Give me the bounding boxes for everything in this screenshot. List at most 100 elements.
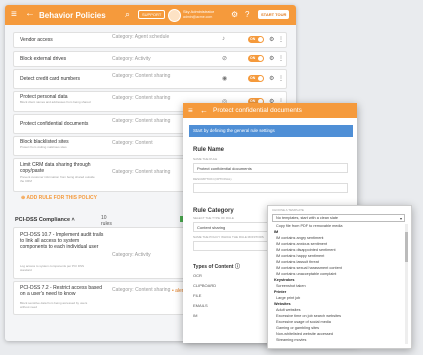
back-arrow-icon[interactable]: ← (200, 106, 208, 115)
template-list: Copy file from PDF to removable media IM… (272, 224, 405, 344)
list-item[interactable]: IM contains sexual harassment content (276, 266, 342, 270)
rule-category: Category: Content sharing (112, 95, 171, 101)
rule-category: Category: Activity (112, 252, 151, 258)
name-field-label: NAME THE RULE (193, 157, 218, 161)
list-item[interactable]: Excessive time on job search websites (276, 314, 341, 318)
gear-icon[interactable]: ⚙ (269, 75, 274, 82)
rule-description: Block client names and addresses from be… (20, 100, 91, 104)
user-email: admin@acme.com (183, 15, 213, 19)
list-item[interactable]: IM contains angry sentiment (276, 236, 323, 240)
menu-icon[interactable]: ≡ (188, 106, 193, 115)
rule-description: Log access to system components per PCI … (20, 264, 85, 272)
content-type[interactable]: CLIPBOARD (193, 283, 216, 288)
list-item[interactable]: Non-whitelisted website accessed (276, 332, 333, 336)
category-field-label: SELECT THE TYPE OF RULE (193, 216, 234, 220)
add-rule-button[interactable]: ⊕ ADD RULE FOR THIS POLICY (21, 195, 97, 201)
rule-category: Category: Content sharing (112, 287, 171, 293)
rule-name: Limit CRM data sharing through copy/past… (20, 162, 91, 174)
rule-name: PCI-DSS 7.2 - Restrict access based on a… (20, 285, 102, 297)
content-type[interactable]: IM (193, 313, 197, 318)
user-name: Sky Administrator (183, 9, 215, 14)
content-type[interactable]: OCR (193, 273, 202, 278)
description-input[interactable] (193, 183, 348, 193)
list-item[interactable]: Adult websites (276, 308, 300, 312)
more-options-icon[interactable]: ⋮ (278, 75, 284, 82)
start-tour-button[interactable]: START TOUR (258, 10, 290, 19)
page-title: Behavior Policies (39, 11, 106, 20)
policy-input[interactable] (193, 241, 268, 251)
scrollbar[interactable] (405, 224, 408, 344)
rule-toggle[interactable]: ON (248, 36, 264, 43)
template-select[interactable]: No templates, start with a clean slate ▾ (272, 214, 405, 222)
list-item[interactable]: IM contains unacceptable complaint (276, 272, 336, 276)
types-heading: Types of Content ⓘ (193, 264, 240, 270)
scrollbar-thumb[interactable] (405, 232, 408, 262)
rule-row[interactable]: Block external drives Category: Activity… (13, 51, 287, 67)
rule-name: PCI-DSS 10.7 - Implement audit trails to… (20, 232, 104, 250)
list-group-header: Printer (274, 290, 287, 294)
rule-name-input[interactable]: Protect confidential documents (193, 163, 348, 173)
support-button[interactable]: SUPPORT (138, 10, 166, 19)
category-select[interactable]: Content sharing (193, 222, 268, 232)
rule-description: Protect from visiting malicious sites (20, 145, 67, 149)
rule-category: Category: Content (112, 140, 153, 146)
more-options-icon[interactable]: ⋮ (278, 36, 284, 43)
description-field-label: DESCRIPTION (OPTIONAL) (193, 177, 232, 181)
rule-category: Category: Agent schedule (112, 34, 170, 40)
list-item[interactable]: IM contains disappointed sentiment (276, 248, 336, 252)
rule-description: Prevent customer information from being … (20, 175, 95, 183)
section-title[interactable]: PCI-DSS Compliance ˄ (15, 217, 75, 223)
rule-row[interactable]: Vendor access Category: Agent schedule ♪… (13, 32, 287, 48)
rule-category: Category: Content sharing (112, 118, 171, 124)
list-group-header: Keystrokes (274, 278, 295, 282)
content-type[interactable]: EMAILS (193, 303, 208, 308)
list-item[interactable]: IM contains happy sentiment (276, 254, 324, 258)
chevron-up-icon[interactable]: ˄ (72, 217, 75, 223)
list-item[interactable]: Streaming movies (276, 338, 306, 342)
list-item[interactable]: IM contains anxious sentiment (276, 242, 327, 246)
rule-name: Protect confidential documents (20, 121, 89, 127)
rule-description: Block sensitive data from being accessed… (20, 301, 88, 309)
list-group-header: IM (274, 230, 279, 234)
app-top-bar: ≡ ← Behavior Policies ⌕ SUPPORT Sky Admi… (5, 5, 296, 25)
list-group-header: Websites (274, 302, 291, 306)
mic-icon: ♪ (222, 36, 225, 42)
block-icon: ⊘ (222, 56, 228, 62)
search-icon[interactable]: ⌕ (125, 9, 130, 20)
list-item[interactable]: Gaming or gambling sites (276, 326, 319, 330)
rule-name: Vendor access (20, 37, 53, 43)
info-icon[interactable]: ⓘ (235, 264, 240, 270)
dialog-title: Protect confidential documents (213, 107, 302, 114)
section-rule-count: 10 rules (101, 215, 112, 227)
template-dropdown: CHOOSE A TEMPLATE No templates, start wi… (267, 205, 412, 349)
settings-icon[interactable]: ⚙ (231, 10, 238, 19)
rule-toggle[interactable]: ON (248, 55, 264, 62)
list-item[interactable]: Copy file from PDF to removable media (276, 224, 342, 228)
rule-name: Detect credit card numbers (20, 76, 81, 82)
menu-icon[interactable]: ≡ (11, 10, 17, 20)
help-icon[interactable]: ? (245, 10, 249, 19)
back-arrow-icon[interactable]: ← (25, 9, 35, 19)
rule-toggle[interactable]: ON (248, 75, 264, 82)
info-banner: Start by defining the general rule setti… (189, 125, 353, 137)
rule-category: Category: Activity (112, 56, 151, 62)
more-options-icon[interactable]: ⋮ (278, 55, 284, 62)
rule-category: Category: Content sharing (112, 169, 171, 175)
list-item[interactable]: IM contains lawsuit threat (276, 260, 319, 264)
content-type[interactable]: FILE (193, 293, 201, 298)
gear-icon[interactable]: ⚙ (269, 36, 274, 43)
list-item[interactable]: Large print job (276, 296, 300, 300)
dialog-header: ≡ ← Protect confidential documents (183, 103, 357, 118)
gear-icon[interactable]: ⚙ (269, 55, 274, 62)
chevron-down-icon: ▾ (399, 216, 402, 221)
avatar[interactable] (168, 9, 181, 22)
policy-help-label: NAME THE POLICY WHICH THE RULE MONITORS (193, 235, 264, 239)
list-item[interactable]: Screenshot taken (276, 284, 306, 288)
rule-name-heading: Rule Name (193, 147, 225, 153)
rule-category-heading: Rule Category (193, 208, 234, 214)
alert-action: • aler (172, 288, 184, 294)
rule-category: Category: Content sharing (112, 73, 171, 79)
list-item[interactable]: Excessive usage of social media (276, 320, 331, 324)
rule-row[interactable]: Detect credit card numbers Category: Con… (13, 69, 287, 89)
template-label: CHOOSE A TEMPLATE (272, 208, 304, 212)
